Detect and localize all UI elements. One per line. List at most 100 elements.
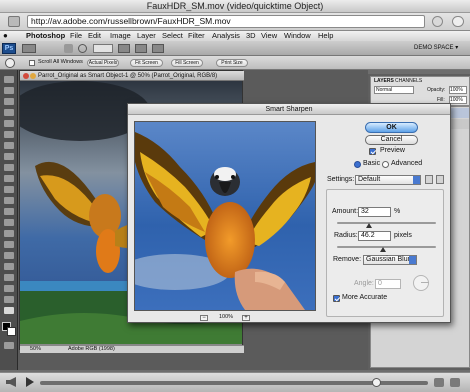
eyedropper-tool-icon[interactable] [4, 131, 14, 138]
amount-unit: % [394, 208, 401, 215]
type-tool-icon[interactable] [4, 241, 14, 248]
amount-slider[interactable] [337, 222, 436, 224]
timeline-playhead[interactable] [372, 378, 381, 387]
movie-controller [0, 372, 470, 392]
amount-slider-thumb[interactable] [365, 223, 372, 228]
preview-checkbox[interactable] [369, 148, 376, 155]
eraser-tool-icon[interactable] [4, 186, 14, 193]
menu-help[interactable]: Help [318, 31, 333, 41]
move-tool-icon[interactable] [4, 76, 14, 83]
brush-tool-icon[interactable] [4, 153, 14, 160]
arrange-documents-icon[interactable] [135, 44, 147, 53]
healing-brush-tool-icon[interactable] [4, 142, 14, 149]
preview-zoom-level: 100% [219, 314, 234, 320]
preview-zoom-out-button[interactable]: − [200, 315, 208, 321]
hand-tool-icon[interactable] [4, 296, 14, 303]
volume-icon[interactable] [6, 377, 16, 387]
opacity-input[interactable]: 100% [449, 86, 467, 94]
fill-screen-button[interactable]: Fill Screen [171, 59, 203, 67]
radius-input[interactable]: 46.2 [358, 231, 391, 241]
delete-settings-icon[interactable] [436, 175, 444, 184]
menu-view[interactable]: View [261, 31, 277, 41]
hand-icon[interactable] [64, 44, 73, 53]
apple-icon[interactable]: ● [3, 31, 8, 41]
menu-filter[interactable]: Filter [188, 31, 205, 41]
zoom-tool-icon[interactable] [4, 307, 14, 314]
print-size-button[interactable]: Print Size [216, 59, 248, 67]
shape-tool-icon[interactable] [4, 263, 14, 270]
workspace-switcher[interactable]: DEMO SPACE ▾ [414, 44, 458, 51]
minimize-icon[interactable] [30, 73, 36, 79]
menu-select[interactable]: Select [162, 31, 183, 41]
history-brush-tool-icon[interactable] [4, 175, 14, 182]
3d-rotate-tool-icon[interactable] [4, 274, 14, 281]
status-zoom[interactable]: 50% [30, 346, 41, 353]
step-forward-icon[interactable] [450, 378, 460, 387]
view-extras-icon[interactable] [118, 44, 130, 53]
tab-channels[interactable]: CHANNELS [395, 78, 422, 84]
zoom-tool-icon[interactable] [5, 58, 15, 68]
quick-mask-icon[interactable] [4, 342, 14, 349]
advanced-radio[interactable] [382, 161, 389, 168]
settings-select[interactable]: Default [355, 175, 421, 185]
blur-tool-icon[interactable] [4, 208, 14, 215]
angle-input[interactable]: 0 [375, 279, 401, 289]
cancel-button[interactable]: Cancel [365, 135, 418, 145]
menu-layer[interactable]: Layer [137, 31, 156, 41]
dialog-preview[interactable] [134, 121, 316, 311]
go-icon[interactable] [432, 16, 443, 27]
timeline-track[interactable] [40, 381, 428, 385]
preview-zoom-in-button[interactable]: + [242, 315, 250, 321]
clone-stamp-tool-icon[interactable] [4, 164, 14, 171]
radius-slider[interactable] [337, 246, 436, 248]
menu-window[interactable]: Window [284, 31, 311, 41]
menu-3d[interactable]: 3D [246, 31, 256, 41]
fill-input[interactable]: 100% [449, 96, 467, 104]
menu-app-name[interactable]: Photoshop [26, 31, 65, 41]
angle-dial[interactable] [413, 275, 429, 291]
scroll-all-checkbox[interactable] [29, 60, 35, 66]
settings-arrow-icon [413, 176, 420, 184]
path-select-tool-icon[interactable] [4, 252, 14, 259]
more-accurate-checkbox[interactable] [333, 295, 340, 302]
close-icon[interactable] [23, 73, 29, 79]
radius-unit: pixels [394, 232, 412, 239]
search-icon[interactable] [452, 16, 464, 27]
background-color-swatch[interactable] [7, 327, 16, 336]
save-settings-icon[interactable] [425, 175, 433, 184]
menu-analysis[interactable]: Analysis [212, 31, 240, 41]
settings-label: Settings: [327, 176, 355, 183]
basic-label: Basic [363, 160, 381, 167]
fit-screen-button[interactable]: Fit Screen [130, 59, 163, 67]
pen-tool-icon[interactable] [4, 230, 14, 237]
menu-file[interactable]: File [70, 31, 82, 41]
3d-orbit-tool-icon[interactable] [4, 285, 14, 292]
actual-pixels-button[interactable]: Actual Pixels [87, 59, 119, 67]
marquee-tool-icon[interactable] [4, 87, 14, 94]
remove-arrow-icon [409, 256, 416, 264]
menu-edit[interactable]: Edit [88, 31, 101, 41]
crop-tool-icon[interactable] [4, 120, 14, 127]
bridge-icon[interactable] [22, 44, 36, 53]
zoom-level-dropdown[interactable] [93, 44, 113, 53]
quick-select-tool-icon[interactable] [4, 109, 14, 116]
tab-layers[interactable]: LAYERS [374, 78, 394, 84]
application-bar: Ps DEMO SPACE ▾ [0, 41, 470, 56]
zoom-icon[interactable] [78, 44, 87, 53]
screen-mode-icon[interactable] [152, 44, 164, 53]
gradient-tool-icon[interactable] [4, 197, 14, 204]
play-icon[interactable] [26, 377, 34, 387]
page-icon [8, 16, 20, 27]
radius-slider-thumb[interactable] [379, 247, 386, 252]
url-input[interactable]: http://av.adobe.com/russellbrown/FauxHDR… [27, 15, 425, 28]
scroll-all-label: Scroll All Windows [38, 59, 83, 65]
layers-panel: LAYERS CHANNELS Normal Opacity: 100% Fil… [370, 76, 470, 106]
basic-radio[interactable] [354, 161, 361, 168]
blend-mode-select[interactable]: Normal [374, 86, 414, 94]
dodge-tool-icon[interactable] [4, 219, 14, 226]
step-back-icon[interactable] [434, 378, 444, 387]
ok-button[interactable]: OK [365, 122, 418, 133]
menu-image[interactable]: Image [110, 31, 131, 41]
lasso-tool-icon[interactable] [4, 98, 14, 105]
amount-input[interactable]: 32 [358, 207, 391, 217]
